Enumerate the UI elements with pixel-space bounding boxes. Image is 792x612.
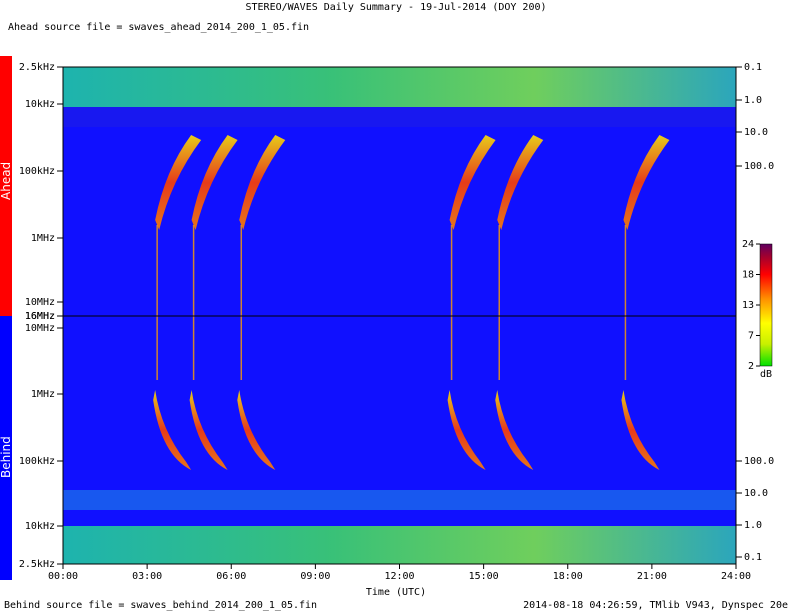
x-tick-label: 06:00 xyxy=(216,571,246,582)
ahead-right-axis: 0.1 1.0 10.0 100.0 xyxy=(736,62,774,172)
x-tick-label: 00:00 xyxy=(48,571,78,582)
x-tick-label: 15:00 xyxy=(469,571,499,582)
colorbar-tick-label: 18 xyxy=(742,270,754,281)
x-tick-label: 03:00 xyxy=(132,571,162,582)
colorbar-ticks: 24 18 13 7 2 xyxy=(742,239,760,372)
y-tick-label: 10MHz xyxy=(25,297,55,308)
behind-panel-label: Behind xyxy=(0,436,13,478)
x-tick-label: 21:00 xyxy=(637,571,667,582)
right-tick-label: 1.0 xyxy=(744,95,762,106)
footer-info: 2014-08-18 04:26:59, TMlib V943, Dynspec… xyxy=(523,600,788,611)
x-tick-label: 18:00 xyxy=(553,571,583,582)
right-tick-label: 1.0 xyxy=(744,520,762,531)
chart-title: STEREO/WAVES Daily Summary - 19-Jul-2014… xyxy=(245,2,546,13)
x-tick-label: 09:00 xyxy=(300,571,330,582)
y-tick-label: 2.5kHz xyxy=(19,559,55,570)
x-axis: 00:00 03:00 06:00 09:00 12:00 15:00 18:00 21:00… xyxy=(48,564,751,582)
behind-right-axis: 100.0 10.0 1.0 0.1 xyxy=(736,456,774,563)
ahead-panel-label: Ahead xyxy=(0,162,13,200)
y-tick-label: 16MHz xyxy=(25,311,55,322)
colorbar-tick-label: 24 xyxy=(742,239,754,250)
colorbar-unit: dB xyxy=(760,369,772,380)
y-tick-label: 10MHz xyxy=(25,323,55,334)
colorbar-tick-label: 7 xyxy=(748,331,754,342)
x-tick-label: 12:00 xyxy=(384,571,414,582)
right-tick-label: 10.0 xyxy=(744,488,768,499)
behind-y-axis: 16MHz10MHz 1MHz 100kHz 10kHz 2.5kHz xyxy=(19,311,63,570)
right-tick-label: 0.1 xyxy=(744,62,762,73)
colorbar-tick-label: 13 xyxy=(742,300,754,311)
x-tick-label: 24:00 xyxy=(721,571,751,582)
ahead-y-axis: 2.5kHz 10kHz 100kHz 1MHz 10MHz 16MHz xyxy=(19,62,63,322)
x-axis-label: Time (UTC) xyxy=(366,587,426,598)
y-tick-label: 10kHz xyxy=(25,99,55,110)
y-tick-label: 10kHz xyxy=(25,521,55,532)
colorbar xyxy=(759,243,773,367)
right-tick-label: 0.1 xyxy=(744,552,762,563)
y-tick-label: 2.5kHz xyxy=(19,62,55,73)
colorbar-tick-label: 2 xyxy=(748,361,754,372)
y-tick-label: 1MHz xyxy=(31,389,55,400)
ahead-source-label: Ahead source file = swaves_ahead_2014_20… xyxy=(8,22,309,33)
y-tick-label: 1MHz xyxy=(31,233,55,244)
right-tick-label: 10.0 xyxy=(744,127,768,138)
behind-source-label: Behind source file = swaves_behind_2014_… xyxy=(4,600,317,611)
right-tick-label: 100.0 xyxy=(744,456,774,467)
y-tick-label: 100kHz xyxy=(19,166,55,177)
y-tick-label: 100kHz xyxy=(19,456,55,467)
right-tick-label: 100.0 xyxy=(744,161,774,172)
